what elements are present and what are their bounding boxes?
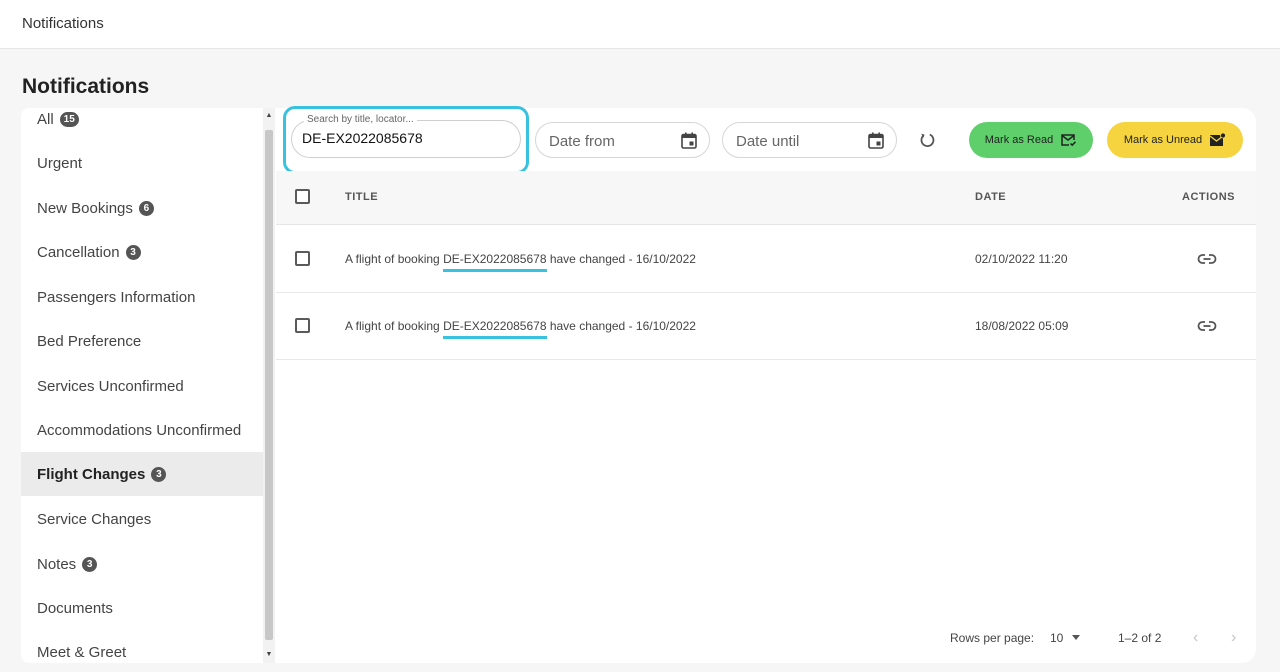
sidebar-item-meet-and-greet[interactable]: Meet & Greet	[21, 630, 263, 663]
mark-as-unread-button[interactable]: Mark as Unread	[1107, 122, 1243, 158]
row-checkbox[interactable]	[295, 318, 310, 333]
rows-per-page-select[interactable]: 10	[1050, 631, 1063, 645]
count-badge: 3	[82, 556, 98, 572]
count-badge: 6	[138, 200, 154, 216]
scroll-up-arrow-icon[interactable]: ▲	[263, 108, 275, 124]
breadcrumb[interactable]: Notifications	[22, 15, 104, 32]
search-field[interactable]: Search by title, locator...	[291, 114, 521, 158]
notifications-panel: Search by title, locator... Mark as Read	[276, 106, 1256, 663]
calendar-icon[interactable]	[681, 132, 697, 149]
title-suffix: have changed - 16/10/2022	[546, 319, 696, 333]
sidebar-item-bed-preference[interactable]: Bed Preference	[21, 319, 263, 363]
sidebar-item-label: Services Unconfirmed	[37, 377, 184, 395]
sidebar-item-label: Flight Changes	[37, 465, 146, 483]
sidebar-scrollbar[interactable]: ▲ ▼	[263, 108, 275, 663]
sidebar-item-passengers-information[interactable]: Passengers Information	[21, 275, 263, 319]
envelope-dot-icon	[1209, 133, 1227, 146]
search-highlight: Search by title, locator...	[283, 106, 529, 174]
table-pagination: Rows per page: 10 1–2 of 2 ‹ ›	[276, 628, 1256, 648]
table-row[interactable]: A flight of booking DE-EX2022085678 have…	[276, 293, 1256, 360]
sidebar-item-new-bookings[interactable]: New Bookings 6	[21, 186, 263, 230]
title-prefix: A flight of booking	[345, 252, 444, 266]
mark-as-read-label: Mark as Read	[984, 134, 1054, 146]
sidebar-item-label: Notes	[37, 555, 77, 573]
envelope-check-icon	[1061, 134, 1077, 147]
sidebar-item-all[interactable]: All 15	[21, 108, 263, 141]
category-sidebar: All 15 Urgent New Bookings 6 Cancellatio…	[21, 108, 276, 663]
booking-locator: DE-EX2022085678	[443, 252, 547, 272]
date-from-field[interactable]	[535, 122, 710, 158]
column-header-title[interactable]: TITLE	[345, 191, 378, 203]
date-until-field[interactable]	[722, 122, 897, 158]
sidebar-item-label: Service Changes	[37, 510, 152, 528]
sidebar-item-label: Bed Preference	[37, 332, 142, 350]
sidebar-item-notes[interactable]: Notes 3	[21, 542, 263, 586]
link-icon[interactable]	[1197, 319, 1217, 333]
sidebar-item-label: Accommodations Unconfirmed	[37, 421, 242, 439]
table-header: TITLE DATE ACTIONS	[276, 171, 1256, 225]
sidebar-item-label: Urgent	[37, 154, 83, 172]
booking-locator: DE-EX2022085678	[443, 319, 547, 339]
link-icon[interactable]	[1197, 252, 1217, 266]
notification-title: A flight of booking DE-EX2022085678 have…	[345, 252, 696, 272]
sidebar-item-accommodations-unconfirmed[interactable]: Accommodations Unconfirmed	[21, 408, 263, 452]
notification-date: 02/10/2022 11:20	[975, 252, 1068, 266]
page-title: Notifications	[22, 75, 150, 98]
scrollbar-thumb[interactable]	[265, 130, 273, 640]
select-all-checkbox[interactable]	[295, 189, 310, 204]
next-page-icon[interactable]: ›	[1231, 629, 1236, 647]
sidebar-item-label: Passengers Information	[37, 288, 196, 306]
mark-as-read-button[interactable]: Mark as Read	[969, 122, 1093, 158]
sidebar-item-label: All	[37, 110, 54, 128]
count-badge: 3	[125, 244, 141, 260]
sidebar-item-documents[interactable]: Documents	[21, 586, 263, 630]
dropdown-caret-icon[interactable]	[1072, 635, 1080, 640]
sidebar-item-label: Documents	[37, 599, 113, 617]
sidebar-item-services-unconfirmed[interactable]: Services Unconfirmed	[21, 364, 263, 408]
calendar-icon[interactable]	[868, 132, 884, 149]
sidebar-item-label: Cancellation	[37, 243, 120, 261]
sidebar-item-flight-changes[interactable]: Flight Changes 3	[21, 452, 263, 496]
column-header-date[interactable]: DATE	[975, 191, 1006, 203]
count-badge: 15	[59, 111, 79, 127]
table-row[interactable]: A flight of booking DE-EX2022085678 have…	[276, 226, 1256, 293]
pagination-range: 1–2 of 2	[1118, 631, 1162, 645]
rows-per-page-label: Rows per page:	[950, 631, 1035, 645]
search-label: Search by title, locator...	[304, 114, 417, 125]
title-prefix: A flight of booking	[345, 319, 444, 333]
notification-title: A flight of booking DE-EX2022085678 have…	[345, 319, 696, 339]
date-until-input[interactable]	[736, 133, 856, 150]
sidebar-item-label: New Bookings	[37, 199, 133, 217]
sidebar-item-service-changes[interactable]: Service Changes	[21, 497, 263, 541]
column-header-actions: ACTIONS	[1182, 191, 1235, 203]
scroll-down-arrow-icon[interactable]: ▼	[263, 647, 275, 663]
sidebar-item-cancellation[interactable]: Cancellation 3	[21, 230, 263, 274]
refresh-icon[interactable]	[918, 131, 936, 149]
title-suffix: have changed - 16/10/2022	[546, 252, 696, 266]
category-list: All 15 Urgent New Bookings 6 Cancellatio…	[21, 108, 263, 663]
sidebar-item-urgent[interactable]: Urgent	[21, 141, 263, 185]
date-from-input[interactable]	[549, 133, 669, 150]
search-input[interactable]	[302, 130, 512, 146]
notification-date: 18/08/2022 05:09	[975, 319, 1069, 333]
count-badge: 3	[151, 466, 167, 482]
row-checkbox[interactable]	[295, 251, 310, 266]
sidebar-item-label: Meet & Greet	[37, 643, 127, 661]
previous-page-icon[interactable]: ‹	[1193, 629, 1198, 647]
mark-as-unread-label: Mark as Unread	[1123, 134, 1203, 146]
top-bar: Notifications	[0, 0, 1280, 49]
